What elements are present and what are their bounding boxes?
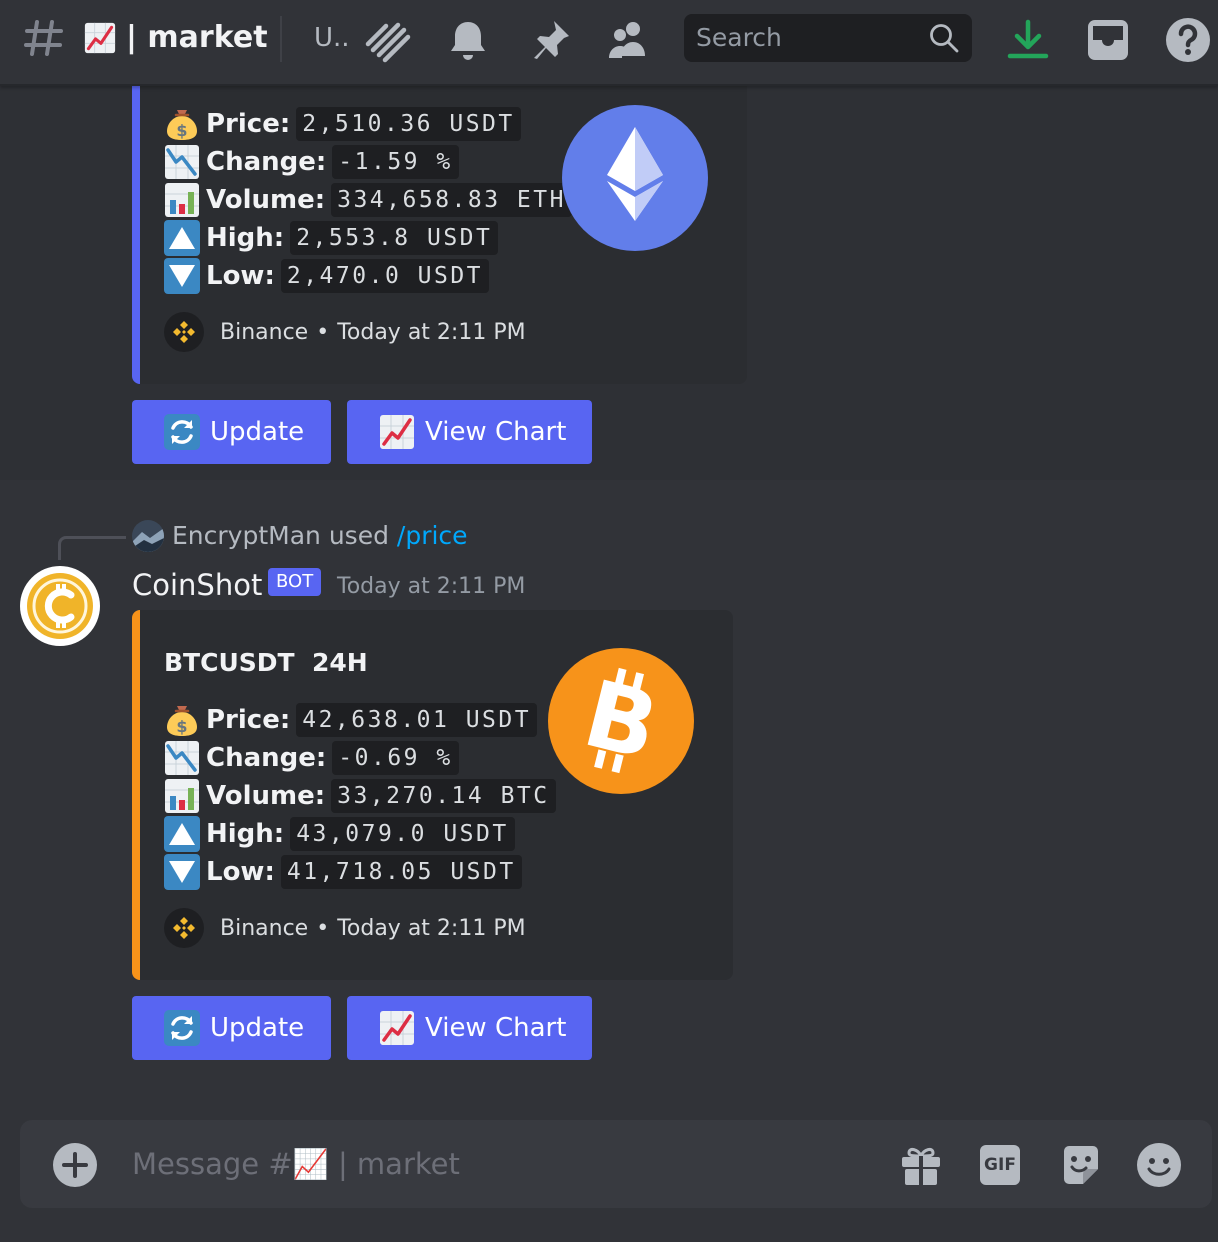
refresh-icon xyxy=(164,1010,200,1046)
bitcoin-logo-icon[interactable]: B xyxy=(548,648,694,794)
field-value: 2,553.8 USDT xyxy=(290,221,499,255)
hash-icon xyxy=(24,20,63,56)
embed-field-change: Change: -1.59 % xyxy=(164,143,459,181)
search-icon xyxy=(930,24,959,53)
refresh-icon xyxy=(164,414,200,450)
pin-icon[interactable] xyxy=(526,16,574,64)
view-chart-button[interactable]: View Chart xyxy=(347,400,592,464)
field-label: Volume: xyxy=(206,781,326,811)
field-value: 43,079.0 USDT xyxy=(290,817,515,851)
chart-increasing-icon xyxy=(84,22,116,54)
field-label: Price: xyxy=(206,705,291,735)
view-chart-button-label: View Chart xyxy=(425,1013,567,1043)
update-button-label: Update xyxy=(210,417,305,447)
embed-field-price: Price: 2,510.36 USDT xyxy=(164,105,521,143)
help-icon[interactable] xyxy=(1164,16,1212,64)
field-label: Change: xyxy=(206,743,327,773)
field-label: Volume: xyxy=(206,185,326,215)
embed-footer: Binance • Today at 2:11 PM xyxy=(164,310,526,354)
binance-icon xyxy=(164,312,204,352)
field-value: -0.69 % xyxy=(332,741,459,775)
field-value: -1.59 % xyxy=(332,145,459,179)
channel-header: | market U.. Search xyxy=(0,0,1218,86)
embed-field-volume: Volume: 334,658.83 ETH xyxy=(164,181,572,219)
search-input[interactable]: Search xyxy=(696,22,782,54)
money-bag-icon xyxy=(164,106,200,142)
author-name[interactable]: CoinShot xyxy=(132,566,262,604)
embed-field-change: Change: -0.69 % xyxy=(164,739,459,777)
view-chart-button[interactable]: View Chart xyxy=(347,996,592,1060)
update-button[interactable]: Update xyxy=(132,996,331,1060)
message-input[interactable] xyxy=(132,1140,862,1188)
chart-increasing-icon xyxy=(379,414,415,450)
down-arrow-icon xyxy=(164,854,200,890)
footer-text: Binance • Today at 2:11 PM xyxy=(220,915,526,941)
field-value: 2,510.36 USDT xyxy=(296,107,521,141)
message-timestamp[interactable]: Today at 2:11 PM xyxy=(337,570,525,604)
reply-connector xyxy=(58,536,126,560)
embed-field-high: High: 43,079.0 USDT xyxy=(164,815,515,853)
embed-field-volume: Volume: 33,270.14 BTC xyxy=(164,777,556,815)
down-arrow-icon xyxy=(164,258,200,294)
chart-decreasing-icon xyxy=(164,740,200,776)
field-value: 2,470.0 USDT xyxy=(280,259,490,293)
message-list: Price: 2,510.36 USDT Change: -1.59 % Vol… xyxy=(0,86,1218,1116)
inbox-icon[interactable] xyxy=(1084,16,1132,64)
chart-decreasing-icon xyxy=(164,144,200,180)
ethereum-logo-icon[interactable] xyxy=(562,105,708,251)
search-box[interactable]: Search xyxy=(684,14,972,62)
thread-label[interactable]: U.. xyxy=(314,18,350,58)
money-bag-icon xyxy=(164,702,200,738)
price-embed-eth: Price: 2,510.36 USDT Change: -1.59 % Vol… xyxy=(132,86,747,384)
update-button-label: Update xyxy=(210,1013,305,1043)
channel-title: | market xyxy=(126,20,268,55)
message-composer: GIF xyxy=(20,1120,1212,1208)
field-value: 42,638.01 USDT xyxy=(296,703,538,737)
reply-context[interactable]: EncryptMan used /price xyxy=(172,518,468,554)
chart-increasing-icon xyxy=(379,1010,415,1046)
footer-text: Binance • Today at 2:11 PM xyxy=(220,319,526,345)
bar-chart-icon xyxy=(164,778,200,814)
download-icon[interactable] xyxy=(1004,16,1052,64)
slash-command[interactable]: /price xyxy=(397,521,468,550)
field-label: Low: xyxy=(206,261,275,291)
bot-badge: BOT xyxy=(268,568,322,596)
field-label: Change: xyxy=(206,147,327,177)
bar-chart-icon xyxy=(164,182,200,218)
gif-icon[interactable]: GIF xyxy=(978,1142,1024,1188)
embed-field-low: Low: 2,470.0 USDT xyxy=(164,257,490,295)
embed-title: BTCUSDT 24H xyxy=(164,648,368,677)
field-value: 41,718.05 USDT xyxy=(280,855,522,889)
emoji-picker-icon[interactable] xyxy=(1136,1142,1182,1188)
bell-icon[interactable] xyxy=(444,16,492,64)
embed-field-high: High: 2,553.8 USDT xyxy=(164,219,499,257)
gift-icon[interactable] xyxy=(898,1142,944,1188)
header-divider xyxy=(280,16,282,62)
reply-username[interactable]: EncryptMan xyxy=(172,521,321,550)
sticker-icon[interactable] xyxy=(1058,1142,1104,1188)
add-attachment-icon[interactable] xyxy=(52,1142,98,1188)
view-chart-button-label: View Chart xyxy=(425,417,567,447)
field-label: Low: xyxy=(206,857,275,887)
field-label: Price: xyxy=(206,109,291,139)
embed-footer: Binance • Today at 2:11 PM xyxy=(164,906,526,950)
member-list-icon[interactable] xyxy=(604,16,652,64)
channel-name: market xyxy=(147,20,268,55)
user-avatar[interactable] xyxy=(132,520,164,552)
binance-icon xyxy=(164,908,204,948)
coinshot-avatar[interactable] xyxy=(20,566,100,646)
price-embed-btc: BTCUSDT 24H Price: 42,638.01 USDT Change… xyxy=(132,610,733,980)
up-arrow-icon xyxy=(164,816,200,852)
field-value: 334,658.83 ETH xyxy=(331,183,572,217)
update-button[interactable]: Update xyxy=(132,400,331,464)
field-value: 33,270.14 BTC xyxy=(331,779,556,813)
embed-field-price: Price: 42,638.01 USDT xyxy=(164,701,538,739)
field-label: High: xyxy=(206,223,285,253)
threads-icon[interactable] xyxy=(364,16,412,64)
field-label: High: xyxy=(206,819,285,849)
embed-field-low: Low: 41,718.05 USDT xyxy=(164,853,522,891)
up-arrow-icon xyxy=(164,220,200,256)
gif-label: GIF xyxy=(980,1145,1020,1185)
